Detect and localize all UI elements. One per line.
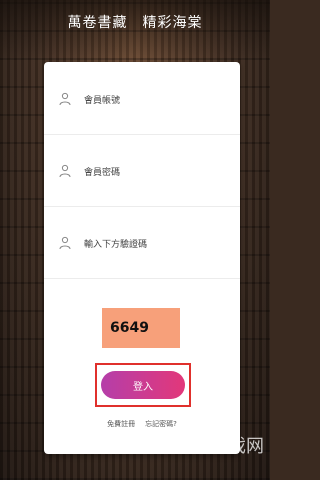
member-account-field[interactable]: 會員帳號 bbox=[44, 64, 240, 135]
user-icon bbox=[59, 164, 71, 178]
site-title: 萬卷書藏 精彩海棠 bbox=[67, 15, 203, 31]
member-password-placeholder: 會員密碼 bbox=[84, 167, 121, 178]
watermark-logo: 游戏网 bbox=[210, 436, 264, 457]
login-button-highlight: 登入 bbox=[95, 363, 191, 407]
member-password-field[interactable]: 會員密碼 bbox=[44, 136, 240, 207]
login-button[interactable]: 登入 bbox=[101, 371, 185, 399]
user-icon bbox=[59, 236, 71, 250]
user-icon bbox=[59, 92, 71, 106]
captcha-image[interactable]: 6649 bbox=[102, 308, 180, 348]
footer-links: 免費註冊 忘記密碼? bbox=[44, 419, 240, 429]
captcha-placeholder: 輸入下方驗證碼 bbox=[84, 239, 148, 250]
register-link[interactable]: 免費註冊 bbox=[107, 419, 135, 429]
login-card: 會員帳號 會員密碼 輸入下方驗證碼 6649 登入 免費註冊 忘記密碼? bbox=[44, 62, 240, 454]
member-account-placeholder: 會員帳號 bbox=[84, 95, 121, 106]
captcha-input-field[interactable]: 輸入下方驗證碼 bbox=[44, 208, 240, 279]
forgot-password-link[interactable]: 忘記密碼? bbox=[145, 419, 177, 429]
